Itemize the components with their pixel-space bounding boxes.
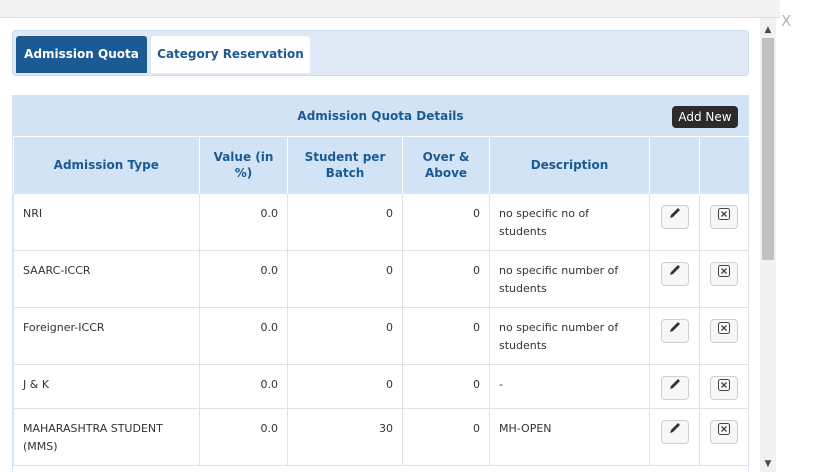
cell-value: 0.0 [199, 193, 288, 251]
pencil-icon [669, 322, 680, 332]
cell-value: 0.0 [199, 307, 288, 365]
cell-delete [699, 193, 749, 251]
close-box-icon [718, 208, 730, 220]
cell-admission-type: J & K [13, 364, 200, 409]
admission-quota-table: Admission Type Value (in %) Student per … [13, 136, 749, 466]
column-header-value: Value (in %) [199, 136, 288, 194]
pencil-icon [669, 265, 680, 275]
delete-button[interactable] [710, 262, 738, 286]
edit-button[interactable] [660, 376, 689, 400]
close-box-icon [718, 379, 730, 391]
admission-quota-panel: Admission Quota Details Add New Admissio… [12, 95, 749, 472]
vertical-scrollbar[interactable]: ▲ ▼ [760, 18, 776, 472]
cell-over-above: 0 [402, 193, 490, 251]
edit-button[interactable] [660, 205, 689, 229]
pencil-icon [669, 208, 680, 218]
scroll-up-icon[interactable]: ▲ [760, 24, 776, 36]
column-header-student-per-batch: Student per Batch [287, 136, 403, 194]
cell-value: 0.0 [199, 250, 288, 308]
cell-edit [649, 364, 700, 409]
table-row: Foreigner-ICCR 0.0 0 0 no specific numbe… [13, 307, 749, 365]
cell-description: no specific no of students [489, 193, 650, 251]
cell-edit [649, 408, 700, 466]
column-header-delete [699, 136, 749, 194]
add-new-button[interactable]: Add New [672, 106, 738, 128]
panel-header: Admission Quota Details Add New [13, 96, 748, 136]
column-header-over-above: Over & Above [402, 136, 490, 194]
cell-over-above: 0 [402, 408, 490, 466]
cell-delete [699, 364, 749, 409]
cell-per-batch: 0 [287, 364, 403, 409]
delete-button[interactable] [710, 420, 738, 444]
column-header-admission-type: Admission Type [13, 136, 200, 194]
scroll-down-icon[interactable]: ▼ [760, 458, 776, 470]
cell-description: - [489, 364, 650, 409]
edit-button[interactable] [660, 420, 689, 444]
cell-per-batch: 0 [287, 250, 403, 308]
cell-admission-type: Foreigner-ICCR [13, 307, 200, 365]
cell-value: 0.0 [199, 364, 288, 409]
window-titlebar [0, 0, 780, 18]
cell-per-batch: 0 [287, 307, 403, 365]
delete-button[interactable] [710, 376, 738, 400]
cell-admission-type: NRI [13, 193, 200, 251]
delete-button[interactable] [710, 319, 738, 343]
cell-over-above: 0 [402, 307, 490, 365]
table-row: NRI 0.0 0 0 no specific no of students [13, 193, 749, 251]
close-icon[interactable]: X [781, 14, 791, 29]
table-row: SAARC-ICCR 0.0 0 0 no specific number of… [13, 250, 749, 308]
close-box-icon [718, 423, 730, 435]
cell-admission-type: MAHARASHTRA STUDENT (MMS) [13, 408, 200, 466]
close-box-icon [718, 265, 730, 277]
cell-per-batch: 30 [287, 408, 403, 466]
cell-per-batch: 0 [287, 193, 403, 251]
panel-title: Admission Quota Details [297, 109, 464, 123]
cell-description: no specific number of students [489, 250, 650, 308]
close-box-icon [718, 322, 730, 334]
cell-edit [649, 307, 700, 365]
tab-admission-quota[interactable]: Admission Quota [16, 36, 147, 73]
cell-value: 0.0 [199, 408, 288, 466]
edit-button[interactable] [660, 319, 689, 343]
cell-over-above: 0 [402, 250, 490, 308]
scroll-thumb[interactable] [762, 38, 774, 260]
table-row: J & K 0.0 0 0 - [13, 364, 749, 409]
column-header-description: Description [489, 136, 650, 194]
cell-delete [699, 250, 749, 308]
cell-delete [699, 408, 749, 466]
cell-over-above: 0 [402, 364, 490, 409]
cell-description: no specific number of students [489, 307, 650, 365]
cell-edit [649, 250, 700, 308]
pencil-icon [669, 423, 680, 433]
cell-description: MH-OPEN [489, 408, 650, 466]
cell-edit [649, 193, 700, 251]
tab-category-reservation[interactable]: Category Reservation [151, 36, 310, 73]
delete-button[interactable] [710, 205, 738, 229]
cell-admission-type: SAARC-ICCR [13, 250, 200, 308]
cell-delete [699, 307, 749, 365]
tab-bar: Admission Quota Category Reservation [12, 30, 749, 76]
table-row: MAHARASHTRA STUDENT (MMS) 0.0 30 0 MH-OP… [13, 408, 749, 466]
edit-button[interactable] [660, 262, 689, 286]
pencil-icon [669, 379, 680, 389]
column-header-edit [649, 136, 700, 194]
